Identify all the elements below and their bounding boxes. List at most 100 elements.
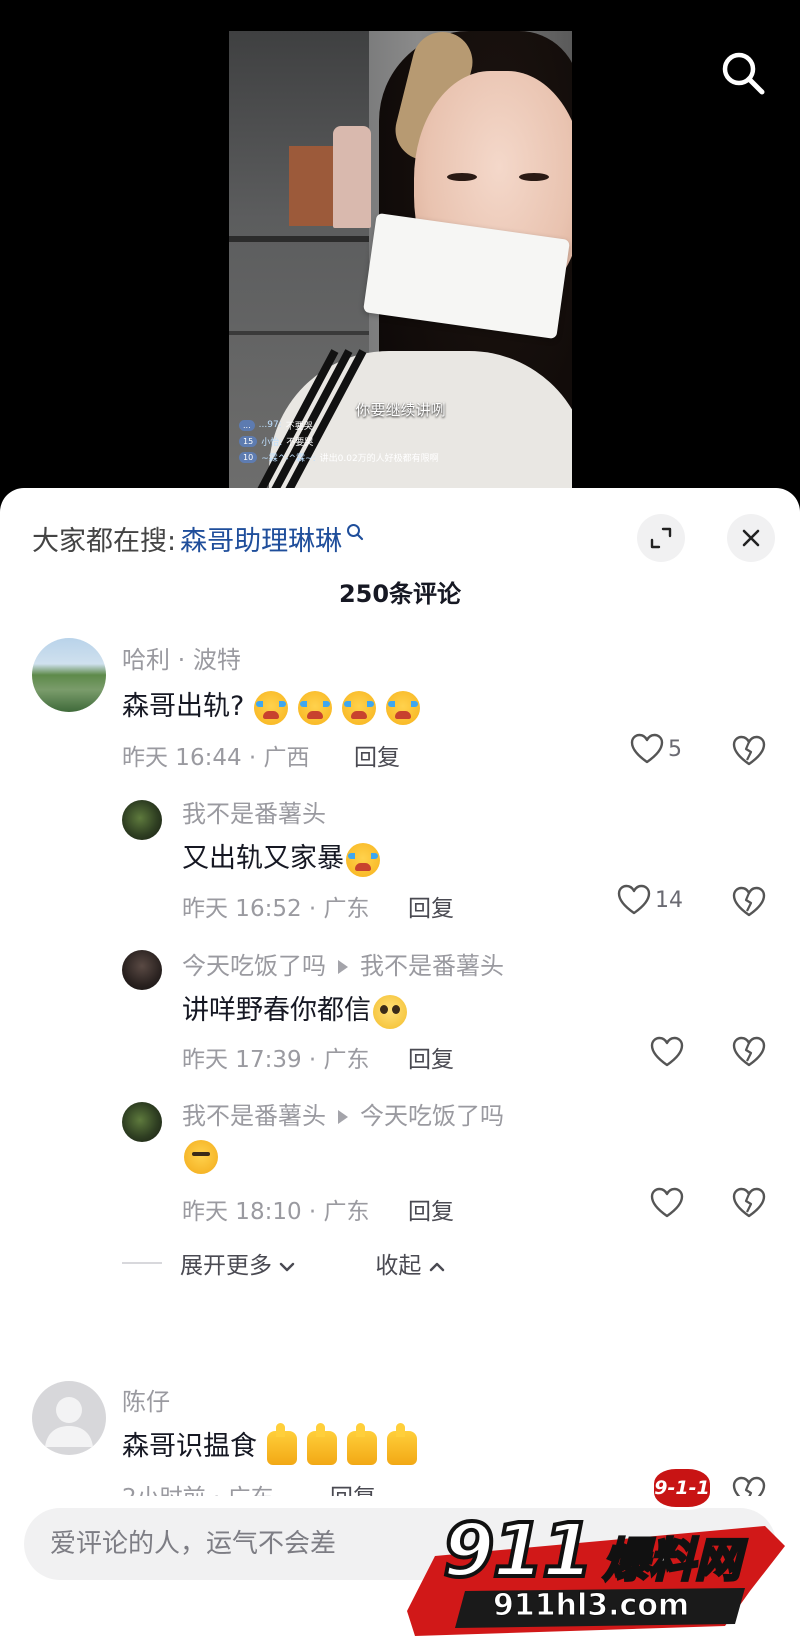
- like-button[interactable]: 14: [617, 884, 683, 916]
- reply-text-content: 又出轨又家暴: [182, 843, 344, 874]
- heart-icon: [617, 884, 651, 915]
- chat-level-badge: ...: [239, 419, 255, 431]
- video-background-shelf: [229, 236, 369, 242]
- broken-heart-icon[interactable]: [732, 886, 766, 918]
- chat-username: ...97:: [258, 420, 282, 430]
- avatar[interactable]: [122, 1102, 162, 1142]
- reply-button[interactable]: 回复: [408, 889, 454, 923]
- reply-button[interactable]: 回复: [354, 738, 400, 772]
- watermark-number: 911: [441, 1506, 595, 1596]
- pleading-emoji-icon: [373, 994, 407, 1029]
- avatar[interactable]: [32, 1381, 106, 1455]
- like-button[interactable]: 5: [630, 733, 682, 765]
- chevron-down-icon: [280, 1262, 295, 1272]
- reply-text: 又出轨又家暴: [182, 836, 380, 877]
- live-chat-line: 10 ~霖^-^霖~: 讲出0.02万的人好极都有限啊: [239, 449, 569, 465]
- reply-username: 我不是番薯头 今天吃饭了吗: [182, 1096, 504, 1131]
- live-chat-overlay: ... ...97: 不要哭 15 小怡: 不要哭 10 ~霖^-^霖~: 讲出…: [239, 417, 569, 465]
- reply-text: 讲咩野春你都信: [182, 988, 407, 1029]
- chat-message: 讲出0.02万的人好极都有限啊: [319, 453, 439, 464]
- crying-emoji-icon: [342, 690, 377, 725]
- expand-button[interactable]: [637, 514, 685, 562]
- like-count: 5: [668, 736, 682, 762]
- reply-to-username[interactable]: 我不是番薯头: [360, 952, 504, 980]
- comment-username[interactable]: 陈仔: [122, 1382, 170, 1417]
- avatar[interactable]: [122, 800, 162, 840]
- expand-more-button[interactable]: 展开更多: [180, 1246, 295, 1280]
- crying-emoji-icon: [254, 690, 289, 725]
- live-chat-line: 15 小怡: 不要哭: [239, 433, 569, 449]
- comment-meta: 昨天 16:44 · 广西: [122, 745, 310, 771]
- search-icon[interactable]: [720, 50, 766, 96]
- thread-controls: 展开更多 收起: [122, 1246, 445, 1280]
- reply-to-username[interactable]: 今天吃饭了吗: [360, 1102, 504, 1130]
- like-count: 14: [655, 887, 683, 913]
- crying-emoji-icon: [298, 690, 333, 725]
- default-avatar-icon: [45, 1397, 93, 1447]
- reply-username[interactable]: 今天吃饭了吗: [182, 952, 326, 980]
- reply-meta: 昨天 18:10 · 广东: [182, 1199, 370, 1225]
- reply-meta: 昨天 16:52 · 广东: [182, 896, 370, 922]
- video-background-bottle: [333, 126, 371, 228]
- reply-arrow-icon: [338, 960, 348, 974]
- reply-button[interactable]: 回复: [408, 1040, 454, 1074]
- video-frame[interactable]: 你要继续讲咧 ... ...97: 不要哭 15 小怡: 不要哭 10 ~霖^-…: [229, 31, 572, 501]
- live-chat-line: ... ...97: 不要哭: [239, 417, 569, 433]
- thumbs-up-emoji-icon: [347, 1422, 377, 1465]
- avatar[interactable]: [122, 950, 162, 990]
- reply-meta: 昨天 17:39 · 广东: [182, 1047, 370, 1073]
- close-icon: [742, 529, 760, 547]
- watermark-badge: 9-1-1: [651, 1466, 713, 1510]
- reply-username[interactable]: 我不是番薯头: [182, 794, 326, 829]
- thumbs-up-emoji-icon: [307, 1422, 337, 1465]
- thumbs-up-emoji-icon: [387, 1422, 417, 1465]
- chat-username: 小怡:: [261, 437, 283, 448]
- watermark-url: 911hl3.com: [492, 1588, 690, 1624]
- search-icon: [347, 524, 364, 541]
- heart-icon: [630, 733, 664, 764]
- reply-button[interactable]: 回复: [408, 1192, 454, 1226]
- chat-message: 不要哭: [285, 421, 313, 432]
- video-person-eye: [447, 173, 477, 181]
- expand-icon: [650, 527, 672, 549]
- collapse-label: 收起: [375, 1253, 422, 1279]
- chat-username: ~霖^-^霖~:: [261, 453, 316, 464]
- trending-search-row[interactable]: 大家都在搜: 森哥助理琳琳: [32, 518, 364, 558]
- comment-count: 250条评论: [338, 580, 462, 608]
- video-person-eye: [519, 173, 549, 181]
- close-button[interactable]: [727, 514, 775, 562]
- crying-emoji-icon: [386, 690, 421, 725]
- comment-username[interactable]: 哈利 · 波特: [122, 640, 241, 675]
- thumbs-up-emoji-icon: [267, 1422, 297, 1465]
- chevron-up-icon: [429, 1262, 444, 1272]
- crying-emoji-icon: [346, 842, 380, 877]
- expand-more-label: 展开更多: [180, 1253, 272, 1279]
- video-background-shelf: [229, 331, 369, 335]
- collapse-button[interactable]: 收起: [375, 1246, 444, 1280]
- heart-icon[interactable]: [650, 1036, 684, 1068]
- thinking-emoji-icon: [184, 1140, 218, 1174]
- chat-message: 不要哭: [286, 437, 314, 448]
- reply-username: 今天吃饭了吗 我不是番薯头: [182, 946, 504, 981]
- reply-arrow-icon: [338, 1110, 348, 1124]
- chat-level-badge: 15: [239, 435, 258, 447]
- video-background-box: [289, 146, 335, 226]
- broken-heart-icon[interactable]: [732, 1187, 766, 1219]
- comment-text-content: 森哥识揾食: [122, 1431, 257, 1462]
- reply-text: [182, 1140, 218, 1174]
- broken-heart-icon[interactable]: [732, 735, 766, 767]
- avatar[interactable]: [32, 638, 106, 712]
- reply-username[interactable]: 我不是番薯头: [182, 1102, 326, 1130]
- trending-search-label: 大家都在搜:: [32, 525, 177, 557]
- reply-text-content: 讲咩野春你都信: [182, 995, 371, 1026]
- trending-search-link[interactable]: 森哥助理琳琳: [180, 519, 342, 558]
- heart-icon[interactable]: [650, 1187, 684, 1219]
- video-player[interactable]: 你要继续讲咧 ... ...97: 不要哭 15 小怡: 不要哭 10 ~霖^-…: [0, 0, 800, 501]
- broken-heart-icon[interactable]: [732, 1036, 766, 1068]
- comment-text-content: 森哥出轨?: [122, 691, 245, 722]
- comment-text: 森哥识揾食: [122, 1422, 417, 1465]
- chat-level-badge: 10: [239, 451, 258, 463]
- divider: [122, 1262, 162, 1264]
- watermark-name: 爆料网: [602, 1532, 743, 1589]
- comment-text: 森哥出轨?: [122, 684, 421, 725]
